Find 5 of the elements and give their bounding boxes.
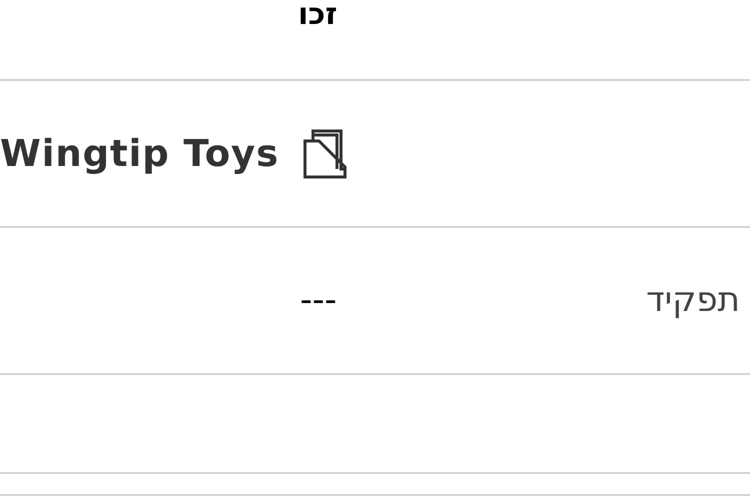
field-label: תפקיד	[646, 279, 740, 322]
field-value: ---	[300, 279, 337, 322]
record-icon	[303, 128, 348, 178]
header-title: זכו	[298, 0, 338, 30]
account-link[interactable]: Wingtip Toys	[0, 126, 280, 182]
